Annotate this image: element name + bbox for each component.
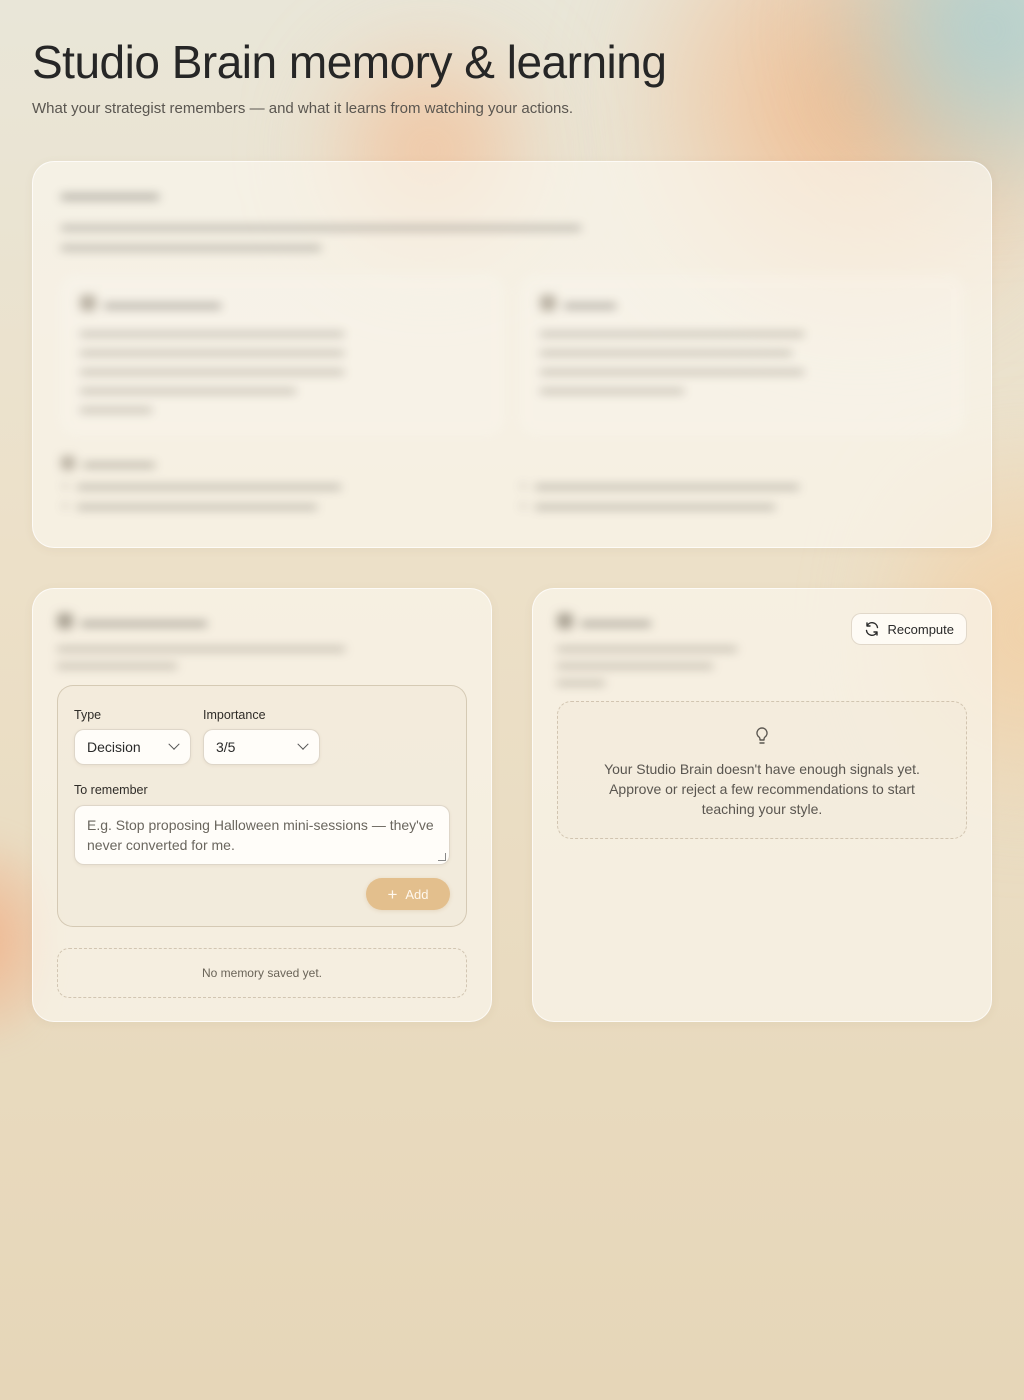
remember-placeholder: E.g. Stop proposing Halloween mini-sessi… [87, 817, 434, 853]
type-select-value: Decision [87, 739, 141, 755]
type-label: Type [74, 708, 102, 722]
chevron-down-icon [297, 738, 309, 750]
lightbulb-icon [756, 727, 768, 744]
insights-icon [557, 613, 573, 629]
refresh-icon [865, 622, 878, 636]
recompute-label: Recompute [887, 621, 954, 637]
memory-card: ▬▬▬▬▬▬▬▬▬ ▬▬▬▬▬▬▬▬▬▬▬▬▬▬▬▬▬▬▬▬▬▬▬▬ ▬▬▬▬▬▬… [32, 588, 492, 1022]
overview-title-placeholder: ▬▬▬▬▬▬▬ [61, 186, 159, 202]
page-title: Studio Brain memory & learning [32, 36, 667, 88]
importance-select-value: 3/5 [216, 739, 236, 755]
recompute-button[interactable]: Recompute [850, 613, 967, 645]
overview-card: ▬▬▬▬▬▬▬ ▬▬▬▬▬▬▬▬▬▬▬▬▬▬▬▬▬▬▬▬▬▬▬▬▬▬▬▬▬▬▬▬… [32, 161, 992, 548]
overview-blurred-content: ▬▬▬▬▬▬▬ ▬▬▬▬▬▬▬▬▬▬▬▬▬▬▬▬▬▬▬▬▬▬▬▬▬▬▬▬▬▬▬▬… [61, 186, 963, 512]
insights-card: ▬▬▬▬▬ ▬▬▬▬▬▬▬▬▬▬▬▬▬▬▬ ▬▬▬▬▬▬▬▬▬▬▬▬▬ ▬▬▬▬ R… [532, 588, 992, 1022]
insights-empty-state: Your Studio Brain doesn't have enough si… [557, 701, 967, 839]
overview-desc-placeholder: ▬▬▬▬▬▬▬▬▬▬▬▬▬▬▬▬▬▬▬▬▬▬▬▬▬▬▬▬▬▬▬▬▬▬▬▬▬▬▬▬… [61, 218, 581, 253]
importance-label: Importance [203, 708, 266, 722]
memory-card-header-blurred: ▬▬▬▬▬▬▬▬▬ ▬▬▬▬▬▬▬▬▬▬▬▬▬▬▬▬▬▬▬▬▬▬▬▬ ▬▬▬▬▬▬… [57, 613, 345, 671]
remember-textarea[interactable]: E.g. Stop proposing Halloween mini-sessi… [74, 805, 450, 865]
remember-label: To remember [74, 783, 148, 797]
importance-select[interactable]: 3/5 [203, 729, 320, 765]
memory-form: Type Decision Importance 3/5 To remember… [57, 685, 467, 927]
insights-card-header-blurred: ▬▬▬▬▬ ▬▬▬▬▬▬▬▬▬▬▬▬▬▬▬ ▬▬▬▬▬▬▬▬▬▬▬▬▬ ▬▬▬▬ [557, 613, 737, 688]
memory-icon [80, 295, 96, 311]
add-memory-button[interactable]: + Add [366, 878, 450, 910]
plus-icon: + [387, 884, 398, 904]
add-label: Add [405, 886, 429, 902]
insights-icon [540, 295, 556, 311]
resize-handle-icon[interactable] [438, 853, 446, 861]
page: Studio Brain memory & learning What your… [0, 0, 1024, 153]
chevron-down-icon [168, 738, 180, 750]
info-icon [61, 456, 75, 470]
page-subtitle: What your strategist remembers — and wha… [32, 100, 574, 117]
type-select[interactable]: Decision [74, 729, 191, 765]
overview-subcard-memory: ▬▬▬▬▬▬▬▬▬ ▬▬▬▬▬▬▬▬▬▬▬▬▬▬▬▬▬▬▬▬▬▬ ▬▬▬▬▬▬▬▬… [61, 276, 503, 434]
memory-icon [57, 613, 73, 629]
memory-empty-state: No memory saved yet. [57, 948, 467, 998]
overview-subcard-insights: ▬▬▬▬ ▬▬▬▬▬▬▬▬▬▬▬▬▬▬▬▬▬▬▬▬▬▬ ▬▬▬▬▬▬▬▬▬▬▬▬▬… [521, 276, 963, 434]
insights-empty-text: Your Studio Brain doesn't have enough si… [604, 761, 920, 817]
overview-bullets: ▬▬▬▬▬▬▬▬▬▬▬▬▬▬▬▬▬▬▬▬▬▬ ▬▬▬▬▬▬▬▬▬▬▬▬▬▬▬▬▬… [61, 478, 963, 512]
